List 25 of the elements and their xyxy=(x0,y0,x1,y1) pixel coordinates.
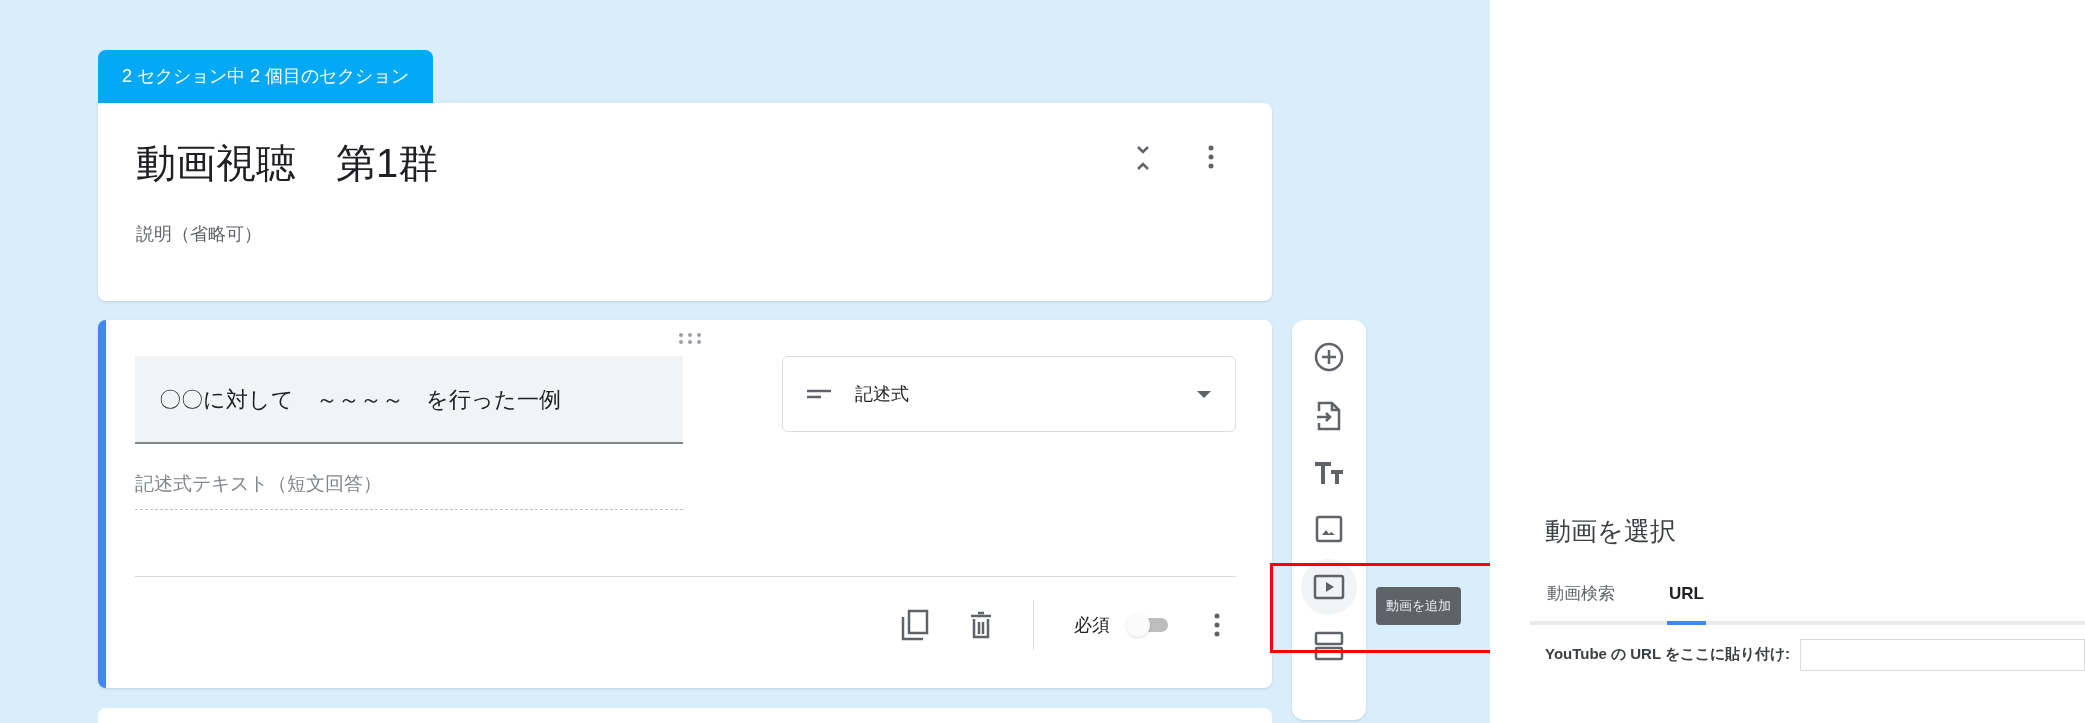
question-title-field[interactable]: 〇〇に対して ～～～～ を行った一例 xyxy=(135,356,683,444)
question-type-dropdown[interactable]: 記述式 xyxy=(782,356,1236,432)
section-icon[interactable] xyxy=(1314,631,1344,661)
url-label: YouTube の URL をここに貼り付け: xyxy=(1545,644,1790,665)
image-icon[interactable] xyxy=(1315,515,1343,543)
caret-icon xyxy=(1197,390,1211,398)
add-question-icon[interactable] xyxy=(1314,342,1344,372)
required-label: 必須 xyxy=(1074,613,1110,637)
more-options-icon[interactable] xyxy=(1214,613,1220,637)
answer-field[interactable]: 記述式テキスト（短文回答） xyxy=(135,470,683,510)
title-text-icon[interactable] xyxy=(1314,460,1344,486)
import-questions-icon[interactable] xyxy=(1316,401,1342,431)
section-title: 動画視聴 第1群 xyxy=(136,140,439,187)
short-text-icon xyxy=(807,389,831,399)
description-field[interactable]: 説明（省略可） xyxy=(136,221,262,248)
video-icon[interactable] xyxy=(1313,574,1345,600)
tooltip: 動画を追加 xyxy=(1376,587,1461,625)
dialog-title: 動画を選択 xyxy=(1545,515,1677,548)
dialog-tab[interactable]: URL xyxy=(1667,581,1706,625)
url-input-field[interactable] xyxy=(1800,638,2085,671)
trash-icon[interactable] xyxy=(969,611,993,639)
more-options-icon[interactable] xyxy=(1208,145,1214,169)
drag-handle-icon[interactable] xyxy=(678,332,702,344)
dialog-tab[interactable]: 動画検索 xyxy=(1545,581,1617,625)
duplicate-icon[interactable] xyxy=(901,609,929,641)
